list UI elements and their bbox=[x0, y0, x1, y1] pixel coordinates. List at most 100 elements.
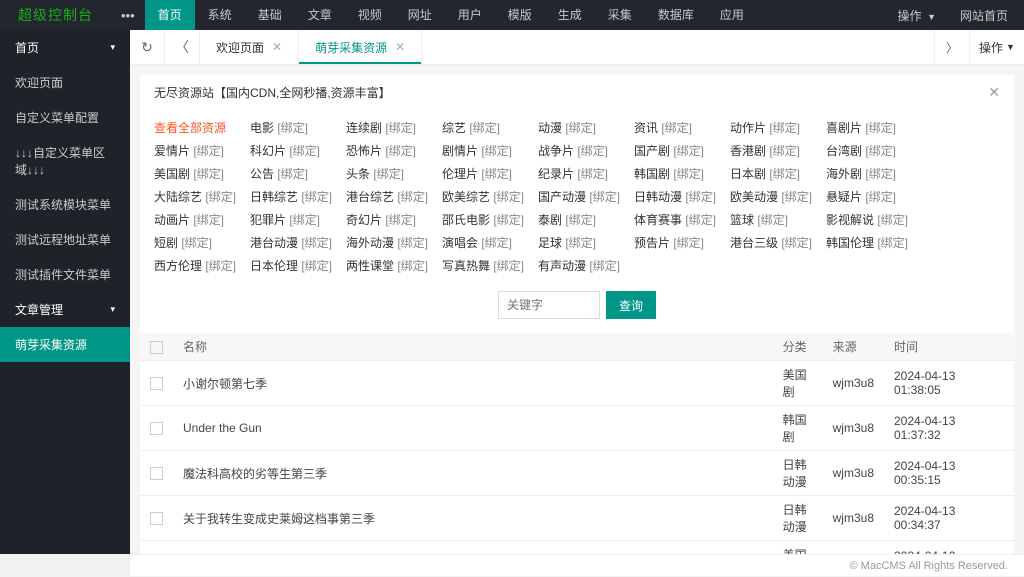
category-link[interactable]: 篮球 [绑定] bbox=[730, 208, 826, 231]
category-link[interactable]: 欧美综艺 [绑定] bbox=[442, 185, 538, 208]
category-link[interactable]: 海外剧 [绑定] bbox=[826, 162, 922, 185]
topnav-item-0[interactable]: 首页 bbox=[145, 0, 195, 30]
search-input[interactable] bbox=[498, 291, 600, 319]
category-link[interactable]: 港台综艺 [绑定] bbox=[346, 185, 442, 208]
tab-close-icon[interactable]: ✕ bbox=[395, 40, 405, 54]
category-link[interactable]: 综艺 [绑定] bbox=[442, 116, 538, 139]
category-link[interactable]: 韩国伦理 [绑定] bbox=[826, 231, 922, 254]
category-link[interactable]: 日本剧 [绑定] bbox=[730, 162, 826, 185]
category-link[interactable]: 喜剧片 [绑定] bbox=[826, 116, 922, 139]
table-row[interactable]: 鬼屋欢乐送第三季美国剧wjm3u82024-04-12 23:53:09 bbox=[140, 541, 1014, 555]
category-link[interactable]: 港台三级 [绑定] bbox=[730, 231, 826, 254]
tab-next-icon[interactable]: 〉 bbox=[934, 30, 969, 64]
sidebar-group[interactable]: 文章管理▾ bbox=[0, 292, 130, 327]
sidebar-item[interactable]: 测试远程地址菜单 bbox=[0, 222, 130, 257]
category-link[interactable]: 短剧 [绑定] bbox=[154, 231, 250, 254]
tab[interactable]: 萌芽采集资源✕ bbox=[299, 30, 422, 64]
sidebar-group[interactable]: 首页▾ bbox=[0, 30, 130, 65]
topnav-item-9[interactable]: 采集 bbox=[595, 0, 645, 30]
category-link[interactable]: 邵氏电影 [绑定] bbox=[442, 208, 538, 231]
sidebar-item[interactable]: ↓↓↓自定义菜单区域↓↓↓ bbox=[0, 135, 130, 187]
sidebar-item[interactable]: 测试系统模块菜单 bbox=[0, 187, 130, 222]
row-checkbox[interactable] bbox=[150, 512, 163, 525]
category-link[interactable]: 美国剧 [绑定] bbox=[154, 162, 250, 185]
topnav-item-2[interactable]: 基础 bbox=[245, 0, 295, 30]
category-link[interactable]: 预告片 [绑定] bbox=[634, 231, 730, 254]
topnav-item-8[interactable]: 生成 bbox=[545, 0, 595, 30]
tab-prev-icon[interactable]: 〈 bbox=[165, 30, 200, 64]
category-link[interactable]: 爱情片 [绑定] bbox=[154, 139, 250, 162]
category-link[interactable]: 科幻片 [绑定] bbox=[250, 139, 346, 162]
tab-operate-dropdown[interactable]: 操作 ▼ bbox=[969, 30, 1024, 64]
category-link[interactable]: 体育赛事 [绑定] bbox=[634, 208, 730, 231]
sidebar-item[interactable]: 萌芽采集资源 bbox=[0, 327, 130, 362]
table-row[interactable]: Under the Gun韩国剧wjm3u82024-04-13 01:37:3… bbox=[140, 406, 1014, 451]
site-home-link[interactable]: 网站首页 bbox=[960, 7, 1008, 24]
category-link[interactable]: 悬疑片 [绑定] bbox=[826, 185, 922, 208]
row-checkbox[interactable] bbox=[150, 422, 163, 435]
category-link[interactable]: 国产动漫 [绑定] bbox=[538, 185, 634, 208]
refresh-icon[interactable]: ↻ bbox=[130, 30, 165, 64]
category-link[interactable]: 国产剧 [绑定] bbox=[634, 139, 730, 162]
table-row[interactable]: 魔法科高校的劣等生第三季日韩动漫wjm3u82024-04-13 00:35:1… bbox=[140, 451, 1014, 496]
table-row[interactable]: 小谢尔顿第七季美国剧wjm3u82024-04-13 01:38:05 bbox=[140, 361, 1014, 406]
tab-close-icon[interactable]: ✕ bbox=[272, 40, 282, 54]
more-icon[interactable]: ••• bbox=[111, 8, 145, 23]
operate-dropdown[interactable]: 操作 ▼ bbox=[898, 7, 936, 24]
select-all-checkbox[interactable] bbox=[150, 341, 163, 354]
category-link[interactable]: 电影 [绑定] bbox=[250, 116, 346, 139]
category-link[interactable]: 影视解说 [绑定] bbox=[826, 208, 922, 231]
category-link[interactable]: 头条 [绑定] bbox=[346, 162, 442, 185]
row-checkbox[interactable] bbox=[150, 467, 163, 480]
row-checkbox[interactable] bbox=[150, 377, 163, 390]
category-link[interactable]: 大陆综艺 [绑定] bbox=[154, 185, 250, 208]
category-link[interactable]: 资讯 [绑定] bbox=[634, 116, 730, 139]
tab[interactable]: 欢迎页面✕ bbox=[200, 30, 299, 64]
category-link[interactable]: 战争片 [绑定] bbox=[538, 139, 634, 162]
category-link[interactable]: 海外动漫 [绑定] bbox=[346, 231, 442, 254]
category-link[interactable]: 犯罪片 [绑定] bbox=[250, 208, 346, 231]
sidebar-item[interactable]: 测试插件文件菜单 bbox=[0, 257, 130, 292]
category-link[interactable]: 连续剧 [绑定] bbox=[346, 116, 442, 139]
category-link[interactable]: 西方伦理 [绑定] bbox=[154, 254, 250, 277]
category-link[interactable]: 韩国剧 [绑定] bbox=[634, 162, 730, 185]
category-link[interactable]: 足球 [绑定] bbox=[538, 231, 634, 254]
category-link[interactable]: 查看全部资源 bbox=[154, 116, 250, 139]
category-link[interactable]: 港台动漫 [绑定] bbox=[250, 231, 346, 254]
close-icon[interactable]: ✕ bbox=[988, 84, 1000, 101]
topnav-item-1[interactable]: 系统 bbox=[195, 0, 245, 30]
topnav-item-4[interactable]: 视频 bbox=[345, 0, 395, 30]
sidebar-item[interactable]: 自定义菜单配置 bbox=[0, 100, 130, 135]
category-link[interactable]: 动漫 [绑定] bbox=[538, 116, 634, 139]
category-link[interactable]: 演唱会 [绑定] bbox=[442, 231, 538, 254]
category-link[interactable]: 台湾剧 [绑定] bbox=[826, 139, 922, 162]
topnav-item-7[interactable]: 模版 bbox=[495, 0, 545, 30]
cell-cat: 韩国剧 bbox=[773, 406, 823, 451]
sidebar-item[interactable]: 欢迎页面 bbox=[0, 65, 130, 100]
category-link[interactable]: 伦理片 [绑定] bbox=[442, 162, 538, 185]
category-link[interactable]: 纪录片 [绑定] bbox=[538, 162, 634, 185]
table-row[interactable]: 关于我转生变成史莱姆这档事第三季日韩动漫wjm3u82024-04-13 00:… bbox=[140, 496, 1014, 541]
topnav-item-5[interactable]: 网址 bbox=[395, 0, 445, 30]
topnav-item-3[interactable]: 文章 bbox=[295, 0, 345, 30]
topnav-item-10[interactable]: 数据库 bbox=[645, 0, 707, 30]
topnav-item-6[interactable]: 用户 bbox=[445, 0, 495, 30]
category-link[interactable]: 奇幻片 [绑定] bbox=[346, 208, 442, 231]
category-link[interactable]: 剧情片 [绑定] bbox=[442, 139, 538, 162]
category-link[interactable]: 香港剧 [绑定] bbox=[730, 139, 826, 162]
category-link[interactable]: 恐怖片 [绑定] bbox=[346, 139, 442, 162]
chevron-down-icon: ▼ bbox=[925, 12, 936, 22]
category-link[interactable]: 日韩综艺 [绑定] bbox=[250, 185, 346, 208]
category-link[interactable]: 写真热舞 [绑定] bbox=[442, 254, 538, 277]
category-link[interactable]: 动画片 [绑定] bbox=[154, 208, 250, 231]
topnav-item-11[interactable]: 应用 bbox=[707, 0, 757, 30]
category-link[interactable]: 动作片 [绑定] bbox=[730, 116, 826, 139]
category-link[interactable]: 公告 [绑定] bbox=[250, 162, 346, 185]
category-link[interactable]: 欧美动漫 [绑定] bbox=[730, 185, 826, 208]
category-link[interactable]: 两性课堂 [绑定] bbox=[346, 254, 442, 277]
category-link[interactable]: 日韩动漫 [绑定] bbox=[634, 185, 730, 208]
category-link[interactable]: 日本伦理 [绑定] bbox=[250, 254, 346, 277]
category-link[interactable]: 有声动漫 [绑定] bbox=[538, 254, 634, 277]
search-button[interactable]: 查询 bbox=[606, 291, 656, 319]
category-link[interactable]: 泰剧 [绑定] bbox=[538, 208, 634, 231]
